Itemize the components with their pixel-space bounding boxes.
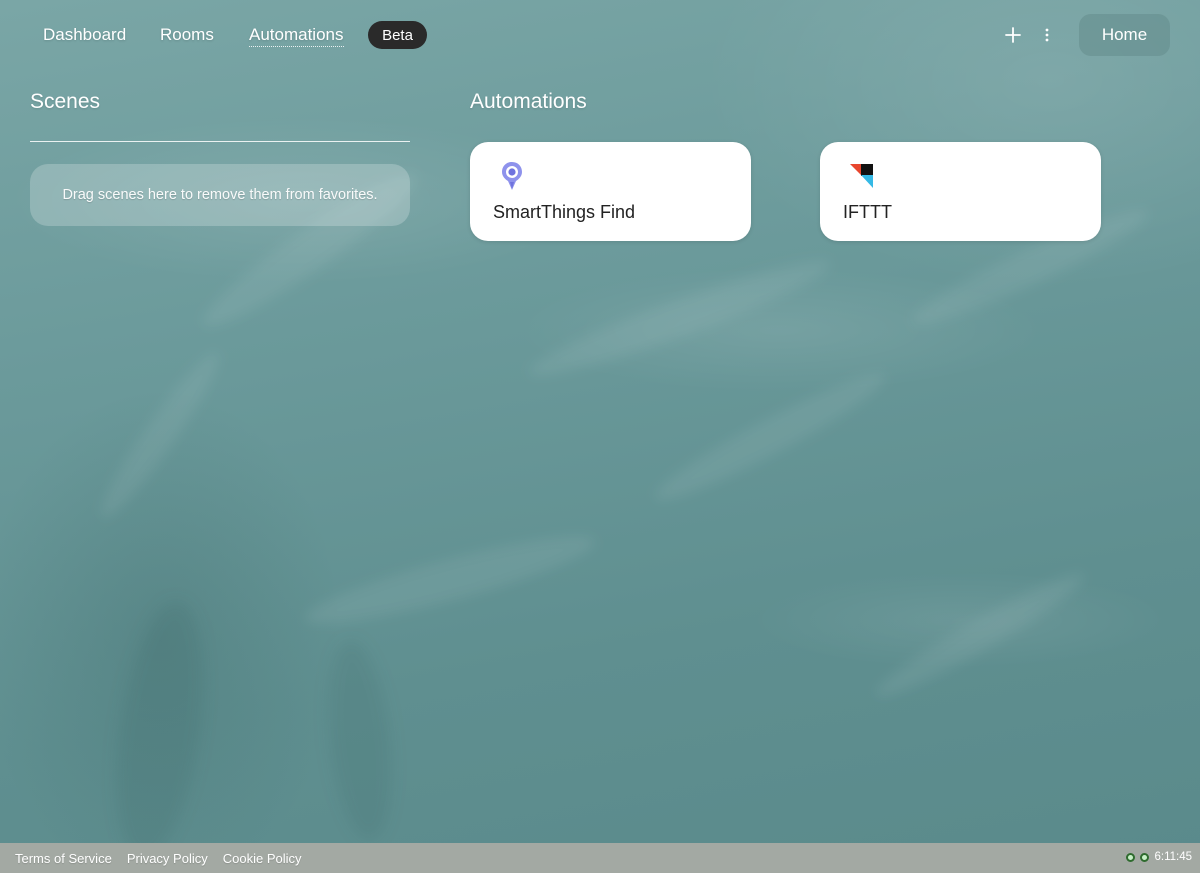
automations-title: Automations: [470, 90, 587, 113]
more-options-button[interactable]: [1035, 23, 1059, 47]
hub-status-icon: [1140, 852, 1150, 862]
card-label: IFTTT: [843, 202, 892, 222]
footer: Terms of Service Privacy Policy Cookie P…: [0, 843, 1200, 873]
plus-icon: [1005, 27, 1021, 43]
automation-card-smartthings-find[interactable]: SmartThings Find: [470, 142, 751, 241]
cookie-policy-link[interactable]: Cookie Policy: [223, 851, 302, 866]
clock: 6:11:45: [1154, 851, 1192, 863]
ifttt-logo-icon: [850, 164, 874, 188]
location-pin-icon: [502, 162, 522, 190]
home-selector-button[interactable]: Home: [1079, 14, 1170, 56]
connection-status-icon: [1126, 852, 1136, 862]
nav-dashboard[interactable]: Dashboard: [43, 24, 126, 46]
nav-automations[interactable]: Automations: [249, 24, 344, 47]
scenes-drop-zone[interactable]: Drag scenes here to remove them from fav…: [30, 164, 410, 226]
top-nav: Dashboard Rooms Automations Beta Home: [0, 0, 1200, 70]
privacy-policy-link[interactable]: Privacy Policy: [127, 851, 208, 866]
card-label: SmartThings Find: [493, 202, 636, 222]
automation-card-ifttt[interactable]: IFTTT: [820, 142, 1101, 241]
beta-badge: Beta: [368, 21, 427, 49]
scenes-divider: [30, 141, 410, 142]
more-vertical-icon: [1045, 28, 1049, 42]
add-button[interactable]: [1001, 23, 1025, 47]
status-area: 6:11:45: [1126, 851, 1192, 863]
terms-of-service-link[interactable]: Terms of Service: [15, 851, 112, 866]
scenes-title: Scenes: [30, 90, 101, 113]
drop-zone-hint: Drag scenes here to remove them from fav…: [62, 187, 378, 203]
nav-rooms[interactable]: Rooms: [160, 24, 214, 46]
